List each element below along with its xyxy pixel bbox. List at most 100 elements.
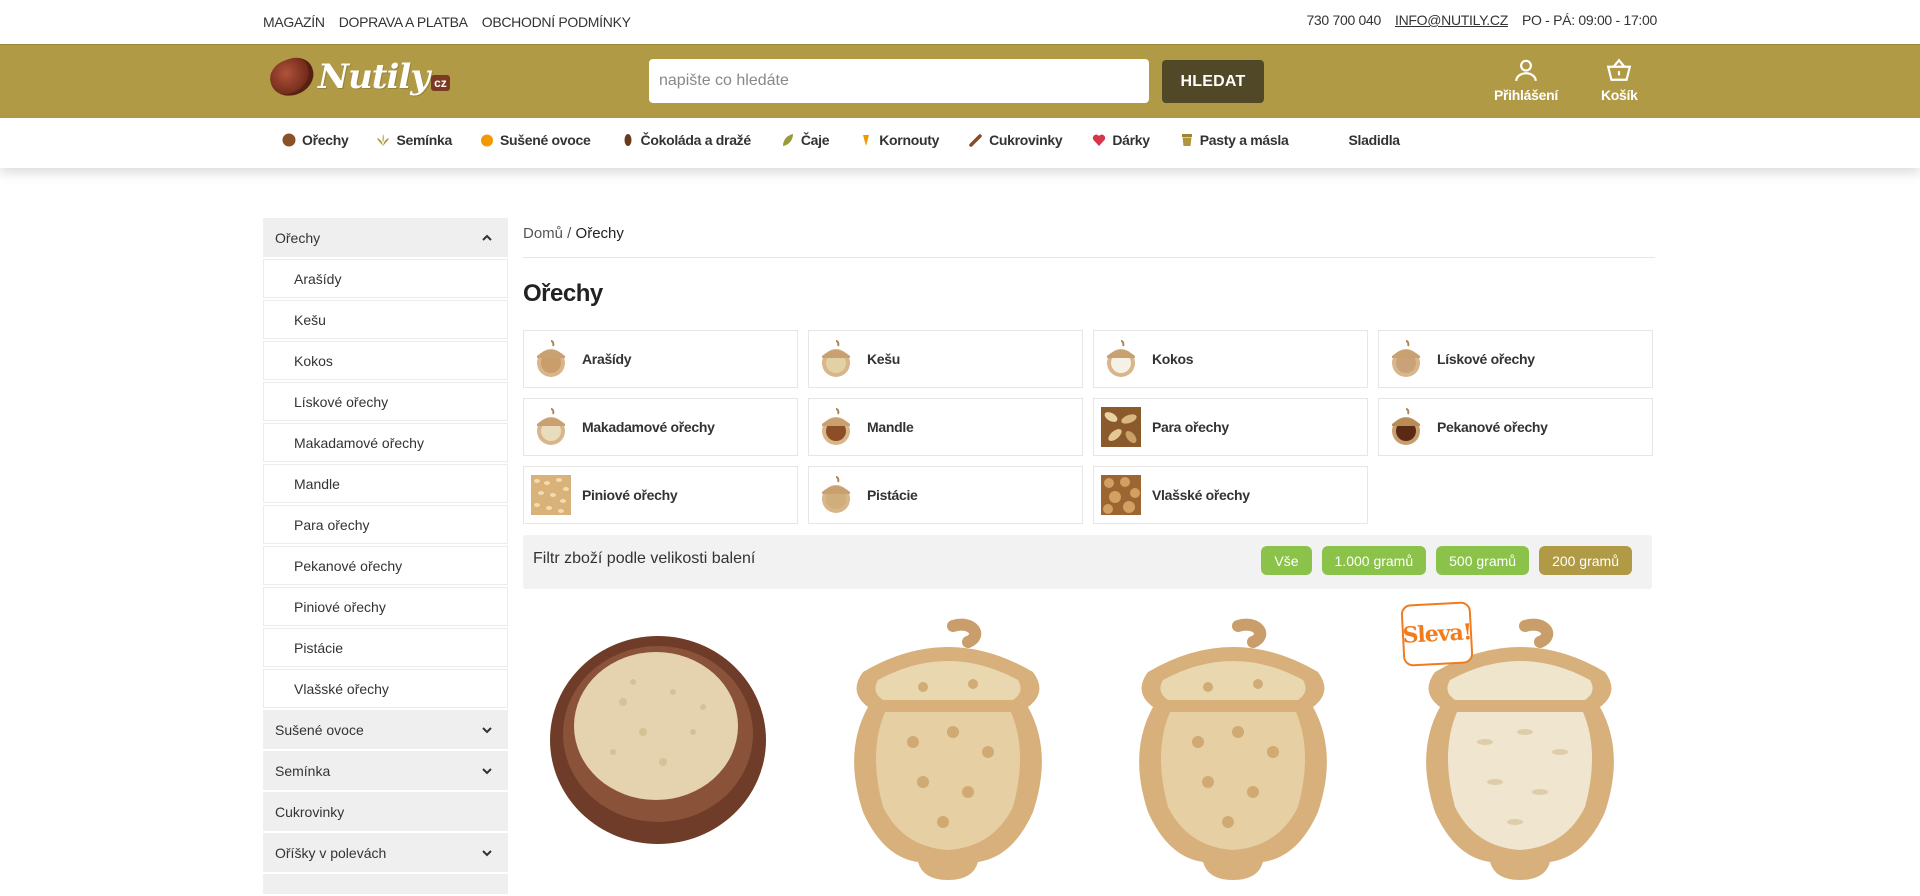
nav-label: Kornouty: [879, 132, 940, 148]
nav-label: Sušené ovoce: [499, 132, 591, 148]
sidebar-subitem-kokos[interactable]: Kokos: [263, 341, 508, 380]
email-link[interactable]: INFO@NUTILY.CZ: [1395, 12, 1508, 28]
nav-item-sladidla[interactable]: Sladidla: [1348, 132, 1400, 148]
nuts-square-thumb: [1100, 406, 1142, 448]
sidebar-subitem-kesu[interactable]: Kešu: [263, 300, 508, 339]
product-card[interactable]: [823, 612, 1073, 880]
tile-label: Pistácie: [867, 487, 918, 503]
nav-item-seminka[interactable]: Semínka: [376, 132, 452, 148]
category-sidebar: Ořechy Arašídy Kešu Kokos Lískové ořechy…: [263, 218, 508, 896]
nut-icon: [282, 133, 296, 147]
product-image-acorn-bowl: [1139, 618, 1327, 880]
contact-info: 730 700 040 INFO@NUTILY.CZ PO - PÁ: 09:0…: [1306, 12, 1657, 28]
top-link-podminky[interactable]: OBCHODNÍ PODMÍNKY: [482, 14, 631, 30]
sidebar-item-orechy[interactable]: Ořechy: [263, 218, 508, 257]
sidebar-item-label: Mandle: [294, 475, 340, 492]
sidebar-subitem-vlasske[interactable]: Vlašské ořechy: [263, 669, 508, 708]
sidebar-item-seminka[interactable]: Semínka: [263, 751, 508, 790]
acorn-thumb-icon: [530, 406, 572, 448]
sidebar-item-susene-ovoce[interactable]: Sušené ovoce: [263, 710, 508, 749]
sidebar-item-label: Pistácie: [294, 639, 344, 656]
top-link-doprava[interactable]: DOPRAVA A PLATBA: [339, 14, 468, 30]
product-card[interactable]: [533, 612, 783, 880]
site-logo[interactable]: Nutily cz: [265, 53, 450, 101]
tile-label: Mandle: [867, 419, 914, 435]
tile-label: Pekanové ořechy: [1437, 419, 1548, 435]
heart-icon: [1093, 134, 1106, 146]
candy-icon: [969, 134, 982, 147]
phone-number[interactable]: 730 700 040: [1306, 12, 1381, 28]
filter-chip-500g[interactable]: 500 gramů: [1436, 546, 1530, 575]
filter-label: Filtr zboží podle velikosti balení: [533, 550, 756, 567]
sidebar-item-label: Kokos: [294, 352, 333, 369]
sidebar-subitem-piniove[interactable]: Piniové ořechy: [263, 587, 508, 626]
tea-leaf-icon: [782, 134, 793, 146]
search-input[interactable]: [659, 72, 1139, 90]
product-image-bowl: [550, 636, 766, 844]
nav-label: Dárky: [1112, 132, 1150, 148]
sidebar-item-cukrovinky[interactable]: Cukrovinky: [263, 792, 508, 831]
breadcrumb-home[interactable]: Domů: [523, 225, 563, 242]
nav-item-kornouty[interactable]: Kornouty: [859, 132, 939, 148]
subcategory-tile-para[interactable]: Para ořechy: [1093, 398, 1368, 456]
sidebar-subitem-arasidy[interactable]: Arašídy: [263, 259, 508, 298]
sidebar-item-label: Para ořechy: [294, 516, 370, 533]
nav-item-susene-ovoce[interactable]: Sušené ovoce: [480, 132, 591, 148]
acorn-thumb-icon: [815, 338, 857, 380]
subcategory-tile-arasidy[interactable]: Arašídy: [523, 330, 798, 388]
filter-chip-200g[interactable]: 200 gramů: [1539, 546, 1632, 575]
seeds-icon: [377, 134, 390, 146]
sidebar-subitem-pekanove[interactable]: Pekanové ořechy: [263, 546, 508, 585]
top-link-magazin[interactable]: MAGAZÍN: [263, 14, 325, 30]
jar-icon: [1181, 134, 1192, 146]
subcategory-tile-mandle[interactable]: Mandle: [808, 398, 1083, 456]
tile-label: Lískové ořechy: [1437, 351, 1535, 367]
sidebar-item-partial[interactable]: [263, 874, 508, 894]
nav-item-caje[interactable]: Čaje: [781, 132, 830, 148]
logo-cz-badge: cz: [431, 75, 450, 91]
sidebar-item-label: Makadamové ořechy: [294, 434, 424, 451]
subcategory-tile-piniove[interactable]: Piniové ořechy: [523, 466, 798, 524]
nav-item-pasty[interactable]: Pasty a másla: [1180, 132, 1289, 148]
sidebar-subitem-pistacie[interactable]: Pistácie: [263, 628, 508, 667]
login-button[interactable]: Přihlášení: [1494, 57, 1558, 103]
sidebar-item-label: Piniové ořechy: [294, 598, 386, 615]
nav-label: Čokoláda a dražé: [640, 132, 752, 148]
sidebar-item-label: Kešu: [294, 311, 326, 328]
subcategory-tile-kesu[interactable]: Kešu: [808, 330, 1083, 388]
chevron-down-icon: [482, 850, 492, 857]
acorn-thumb-icon: [1100, 338, 1142, 380]
subcategory-tile-liskove[interactable]: Lískové ořechy: [1378, 330, 1653, 388]
sidebar-subitem-makadamove[interactable]: Makadamové ořechy: [263, 423, 508, 462]
subcategory-tile-kokos[interactable]: Kokos: [1093, 330, 1368, 388]
nav-item-cokolada[interactable]: Čokoláda a dražé: [621, 132, 751, 148]
nav-item-darky[interactable]: Dárky: [1092, 132, 1150, 148]
sidebar-subitem-liskove[interactable]: Lískové ořechy: [263, 382, 508, 421]
product-image-acorn-bowl: [854, 618, 1042, 880]
search-button[interactable]: HLEDAT: [1162, 60, 1264, 103]
product-card[interactable]: [1108, 612, 1358, 880]
filter-chip-all[interactable]: Vše: [1261, 546, 1312, 575]
logo-text: Nutily: [318, 57, 430, 97]
page-title: Ořechy: [523, 280, 603, 307]
chevron-up-icon: [482, 234, 492, 241]
subcategory-tile-vlasske[interactable]: Vlašské ořechy: [1093, 466, 1368, 524]
tile-label: Kešu: [867, 351, 901, 367]
sidebar-subitem-mandle[interactable]: Mandle: [263, 464, 508, 503]
nav-item-orechy[interactable]: Ořechy: [282, 132, 349, 148]
main-header: Nutily cz HLEDAT Přihlášení Košík: [0, 44, 1920, 118]
cart-button[interactable]: Košík: [1601, 57, 1638, 103]
sidebar-subitem-para[interactable]: Para ořechy: [263, 505, 508, 544]
nav-item-cukrovinky[interactable]: Cukrovinky: [969, 132, 1063, 148]
nav-label: Ořechy: [302, 132, 349, 148]
breadcrumb-current: Ořechy: [575, 225, 624, 242]
nav-label: Semínka: [396, 132, 452, 148]
sidebar-item-orisky-v-polevach[interactable]: Oříšky v polevách: [263, 833, 508, 872]
fruit-icon: [480, 134, 493, 147]
filter-chip-1000g[interactable]: 1.000 gramů: [1321, 546, 1427, 575]
subcategory-tile-pistacie[interactable]: Pistácie: [808, 466, 1083, 524]
subcategory-tile-makadamove[interactable]: Makadamové ořechy: [523, 398, 798, 456]
opening-hours: PO - PÁ: 09:00 - 17:00: [1521, 12, 1657, 28]
sidebar-item-label: Pekanové ořechy: [294, 557, 403, 574]
subcategory-tile-pekanove[interactable]: Pekanové ořechy: [1378, 398, 1653, 456]
